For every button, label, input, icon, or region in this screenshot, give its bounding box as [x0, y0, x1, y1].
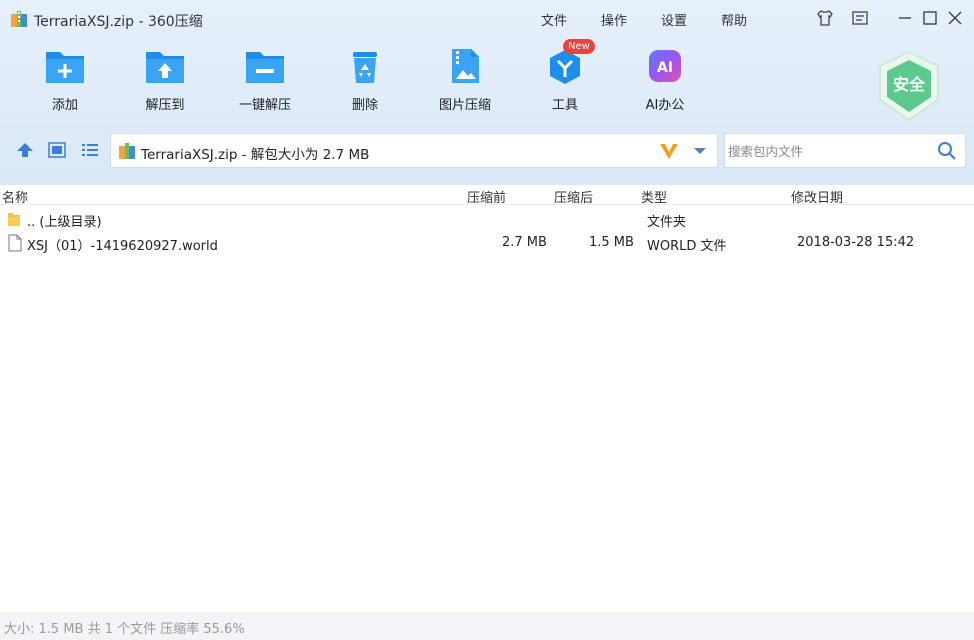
file-row[interactable]: .. (上级目录) 文件夹 — [0, 208, 974, 230]
status-text: 大小: 1.5 MB 共 1 个文件 压缩率 55.6% — [4, 622, 245, 637]
column-name[interactable]: 名称 — [2, 187, 28, 206]
toolbar-delete-button[interactable]: 删除 — [325, 46, 405, 113]
folder-icon — [8, 213, 20, 226]
menu-operate[interactable]: 操作 — [601, 10, 627, 29]
safe-text: 安全 — [893, 75, 926, 94]
column-modified[interactable]: 修改日期 — [791, 187, 843, 206]
file-modified: 2018-03-28 15:42 — [797, 235, 915, 250]
column-type[interactable]: 类型 — [641, 187, 667, 206]
skin-icon[interactable] — [816, 9, 834, 27]
top-area: TerrariaXSJ.zip - 360压缩 文件 操作 设置 帮助 添加 解… — [0, 0, 974, 185]
delete-icon — [353, 52, 377, 83]
file-compressed: 1.5 MB — [589, 235, 634, 250]
toolbar-image-compress-label: 图片压缩 — [438, 98, 491, 113]
chevron-down-icon[interactable] — [693, 147, 707, 155]
search-box[interactable] — [724, 133, 966, 168]
file-type: 文件夹 — [647, 215, 687, 230]
column-header: 名称 压缩前 压缩后 类型 修改日期 — [0, 185, 974, 206]
search-input[interactable] — [726, 140, 930, 162]
file-name: .. (上级目录) — [27, 215, 102, 230]
file-packed: 2.7 MB — [502, 235, 547, 250]
list-view-icon[interactable] — [81, 142, 99, 158]
toolbar-add-button[interactable]: 添加 — [25, 46, 105, 113]
address-path: TerrariaXSJ.zip - 解包大小为 2.7 MB — [141, 147, 370, 163]
minimize-icon[interactable] — [896, 9, 914, 27]
toolbar-ai-office-label: AI办公 — [645, 98, 685, 113]
one-click-extract-icon — [246, 52, 284, 83]
toolbar-tools-button[interactable]: New 工具 — [525, 39, 605, 113]
ai-office-icon: AI — [649, 50, 681, 82]
new-badge: New — [563, 39, 595, 54]
file-type: WORLD 文件 — [647, 239, 727, 254]
v-logo-icon[interactable] — [659, 142, 679, 160]
toolbar-one-click-extract-button[interactable]: 一键解压 — [225, 46, 305, 113]
up-level-icon[interactable] — [16, 142, 34, 158]
ai-icon-text: AI — [657, 60, 673, 76]
maximize-icon[interactable] — [921, 9, 939, 27]
file-icon — [8, 234, 22, 252]
search-icon[interactable] — [937, 141, 957, 161]
toolbar-tools-label: 工具 — [551, 98, 578, 113]
menu-file[interactable]: 文件 — [541, 10, 567, 29]
zip-file-icon — [119, 143, 135, 159]
menu-help[interactable]: 帮助 — [721, 10, 747, 29]
toolbar-extract-to-button[interactable]: 解压到 — [125, 46, 205, 113]
app-icon — [11, 11, 27, 27]
add-folder-icon — [46, 52, 84, 83]
toolbar-image-compress-button[interactable]: 图片压缩 — [425, 46, 505, 113]
address-row: TerrariaXSJ.zip - 解包大小为 2.7 MB — [0, 130, 974, 170]
security-badge[interactable]: 安全 — [876, 50, 942, 126]
file-name: XSJ（01）-1419620927.world — [27, 239, 218, 254]
menu-settings[interactable]: 设置 — [661, 10, 687, 29]
column-compressed[interactable]: 压缩后 — [554, 187, 593, 206]
toolbar-add-label: 添加 — [51, 98, 78, 113]
image-compress-icon — [452, 49, 479, 83]
address-bar[interactable]: TerrariaXSJ.zip - 解包大小为 2.7 MB — [110, 133, 718, 168]
thumbnail-view-icon[interactable] — [48, 142, 66, 158]
file-row[interactable]: XSJ（01）-1419620927.world 2.7 MB 1.5 MB W… — [0, 232, 974, 254]
column-packed[interactable]: 压缩前 — [467, 187, 506, 206]
close-icon[interactable] — [946, 9, 964, 27]
window-title: TerrariaXSJ.zip - 360压缩 — [34, 14, 203, 30]
toolbar-one-click-extract-label: 一键解压 — [238, 98, 291, 113]
title-bar: TerrariaXSJ.zip - 360压缩 文件 操作 设置 帮助 — [0, 0, 974, 36]
toolbar-extract-to-label: 解压到 — [145, 98, 185, 113]
toolbar-ai-office-button[interactable]: AI AI办公 — [625, 46, 705, 113]
extract-to-icon — [146, 52, 184, 83]
status-bar: 大小: 1.5 MB 共 1 个文件 压缩率 55.6% — [0, 612, 974, 640]
feedback-icon[interactable] — [851, 9, 869, 27]
toolbar-delete-label: 删除 — [351, 98, 378, 113]
